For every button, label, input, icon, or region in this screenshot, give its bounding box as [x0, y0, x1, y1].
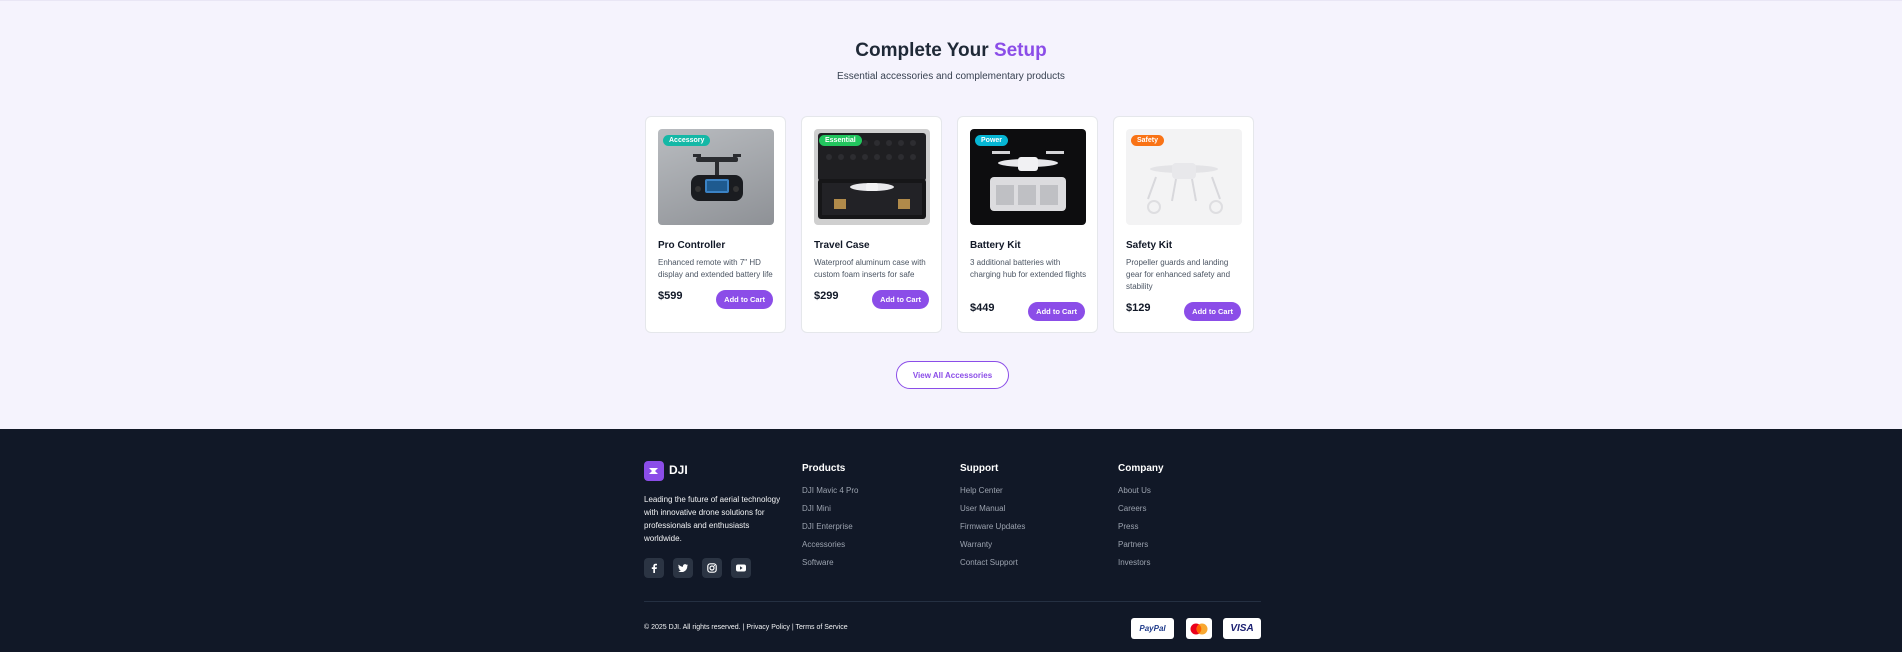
visa-label: VISA: [1230, 623, 1254, 634]
footer-column-support: Support Help Center User Manual Firmware…: [960, 463, 1025, 575]
footer-link[interactable]: Help Center: [960, 485, 1025, 503]
add-to-cart-button[interactable]: Add to Cart: [872, 290, 929, 309]
footer-link[interactable]: Warranty: [960, 539, 1025, 557]
footer-link[interactable]: Accessories: [802, 539, 858, 557]
privacy-policy-link[interactable]: Privacy Policy: [746, 624, 790, 631]
section-subtitle: Essential accessories and complementary …: [837, 71, 1065, 82]
section-title: Complete Your Setup: [855, 40, 1047, 61]
footer-link[interactable]: User Manual: [960, 503, 1025, 521]
product-price: $129: [1126, 302, 1151, 314]
copyright-bar: © 2025 DJI. All rights reserved. | Priva…: [644, 624, 848, 631]
product-name: Pro Controller: [658, 240, 726, 251]
brand-name[interactable]: DJI: [669, 463, 688, 477]
site-footer: DJI Leading the future of aerial technol…: [0, 429, 1902, 652]
mastercard-icon: [1186, 618, 1212, 639]
complete-setup-section: Complete Your Setup Essential accessorie…: [0, 0, 1902, 429]
badge-essential: Essential: [819, 135, 862, 146]
youtube-icon[interactable]: [731, 558, 751, 578]
product-card-travel-case: Essential Travel Case Waterproof aluminu…: [801, 116, 942, 333]
product-price: $449: [970, 302, 995, 314]
paypal-label: PayPal: [1139, 624, 1166, 633]
add-to-cart-button[interactable]: Add to Cart: [1028, 302, 1085, 321]
footer-link[interactable]: DJI Mini: [802, 503, 858, 521]
product-image-safety-kit: Safety: [1126, 129, 1242, 225]
footer-link[interactable]: Firmware Updates: [960, 521, 1025, 539]
dji-logo-icon: [644, 461, 664, 481]
visa-badge: VISA: [1223, 618, 1261, 639]
footer-column-products: Products DJI Mavic 4 Pro DJI Mini DJI En…: [802, 463, 858, 575]
add-to-cart-button[interactable]: Add to Cart: [1184, 302, 1241, 321]
product-name: Battery Kit: [970, 240, 1021, 251]
footer-link[interactable]: DJI Mavic 4 Pro: [802, 485, 858, 503]
terms-of-service-link[interactable]: Terms of Service: [795, 624, 847, 631]
footer-link[interactable]: Press: [1118, 521, 1164, 539]
footer-link[interactable]: Investors: [1118, 557, 1164, 575]
footer-link[interactable]: Partners: [1118, 539, 1164, 557]
product-price: $599: [658, 290, 683, 302]
product-description: Enhanced remote with 7" HD display and e…: [658, 258, 773, 279]
product-card-safety-kit: Safety Safety Kit Propeller guards and l…: [1113, 116, 1254, 333]
twitter-icon[interactable]: [673, 558, 693, 578]
product-description: Waterproof aluminum case with custom foa…: [814, 258, 926, 279]
view-all-accessories-button[interactable]: View All Accessories: [896, 361, 1009, 389]
product-name: Safety Kit: [1126, 240, 1173, 251]
product-card-pro-controller: Accessory Pro Controller Enhanced remote…: [645, 116, 786, 333]
footer-column-title: Products: [802, 463, 846, 474]
add-to-cart-button[interactable]: Add to Cart: [716, 290, 773, 309]
product-price: $299: [814, 290, 839, 302]
footer-divider: [644, 601, 1261, 602]
product-image-travel-case: Essential: [814, 129, 930, 225]
facebook-icon[interactable]: [644, 558, 664, 578]
badge-safety: Safety: [1131, 135, 1165, 146]
product-card-battery-kit: Power Battery Kit 3 additional batteries…: [957, 116, 1098, 333]
footer-link[interactable]: Contact Support: [960, 557, 1025, 575]
product-name: Travel Case: [814, 240, 870, 251]
instagram-icon[interactable]: [702, 558, 722, 578]
product-image-battery-kit: Power: [970, 129, 1086, 225]
badge-power: Power: [975, 135, 1009, 146]
footer-link[interactable]: Careers: [1118, 503, 1164, 521]
paypal-badge: PayPal: [1131, 618, 1174, 639]
product-description: Propeller guards and landing gear for en…: [1126, 258, 1231, 291]
badge-accessory: Accessory: [663, 135, 711, 146]
footer-column-title: Company: [1118, 463, 1164, 474]
product-description: 3 additional batteries with charging hub…: [970, 258, 1087, 279]
footer-link[interactable]: Software: [802, 557, 858, 575]
footer-link[interactable]: About Us: [1118, 485, 1164, 503]
product-image-pro-controller: Accessory: [658, 129, 774, 225]
footer-tagline: Leading the future of aerial technology …: [644, 495, 781, 543]
footer-column-title: Support: [960, 463, 999, 474]
footer-column-company: Company About Us Careers Press Partners …: [1118, 463, 1164, 575]
copyright-text: © 2025 DJI. All rights reserved.: [644, 624, 741, 631]
footer-link[interactable]: DJI Enterprise: [802, 521, 858, 539]
